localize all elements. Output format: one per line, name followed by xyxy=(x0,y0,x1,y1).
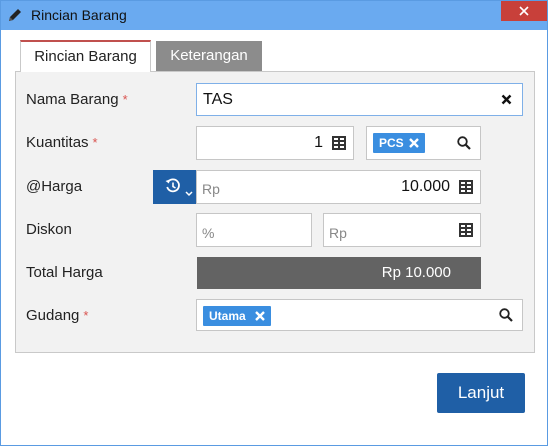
tab-keterangan[interactable]: Keterangan xyxy=(156,41,262,71)
price-history-button[interactable] xyxy=(153,170,196,204)
unit-tag: PCS xyxy=(373,133,425,153)
calculator-icon[interactable] xyxy=(459,223,473,237)
close-button[interactable] xyxy=(501,1,547,21)
required-mark: * xyxy=(92,135,98,150)
total-harga-label: Total Harga xyxy=(26,264,103,281)
kuantitas-input[interactable]: 1 xyxy=(196,126,354,160)
history-icon xyxy=(165,178,180,193)
gudang-tag: Utama xyxy=(203,306,271,326)
close-icon xyxy=(519,6,529,16)
search-icon[interactable] xyxy=(499,308,513,322)
diskon-label: Diskon xyxy=(26,221,72,238)
required-mark: * xyxy=(83,308,89,323)
kuantitas-label-text: Kuantitas xyxy=(26,134,89,151)
nama-barang-label-text: Nama Barang xyxy=(26,91,119,108)
kuantitas-label: Kuantitas * xyxy=(26,134,98,151)
harga-input[interactable]: Rp 10.000 xyxy=(196,170,481,204)
total-harga-value: Rp 10.000 xyxy=(197,257,481,289)
remove-tag-icon[interactable] xyxy=(409,138,419,148)
clear-icon[interactable] xyxy=(501,94,512,105)
currency-prefix: Rp xyxy=(202,181,220,197)
gudang-label-text: Gudang xyxy=(26,307,80,324)
calculator-icon[interactable] xyxy=(459,180,473,194)
diskon-percent-input[interactable]: % xyxy=(196,213,312,247)
unit-select[interactable]: PCS xyxy=(366,126,481,160)
diskon-amount-input[interactable]: Rp xyxy=(323,213,481,247)
unit-tag-label: PCS xyxy=(379,136,404,150)
required-mark: * xyxy=(122,92,128,107)
window-title: Rincian Barang xyxy=(31,7,127,23)
diskon-amount-placeholder: Rp xyxy=(329,225,347,241)
remove-tag-icon[interactable] xyxy=(255,311,265,321)
pencil-icon xyxy=(7,7,23,23)
search-icon[interactable] xyxy=(457,136,471,150)
gudang-tag-label: Utama xyxy=(209,309,246,323)
tab-rincian-barang[interactable]: Rincian Barang xyxy=(20,40,151,72)
chevron-down-icon xyxy=(185,191,193,197)
dialog-window: Rincian Barang Rincian Barang Keterangan… xyxy=(0,0,548,446)
kuantitas-value: 1 xyxy=(314,134,323,151)
diskon-percent-placeholder: % xyxy=(202,225,215,241)
calculator-icon[interactable] xyxy=(332,136,346,150)
title-bar[interactable]: Rincian Barang xyxy=(1,1,547,30)
nama-barang-input[interactable]: TAS xyxy=(196,83,523,116)
gudang-select[interactable]: Utama xyxy=(196,299,523,331)
harga-label: @Harga xyxy=(26,178,83,195)
nama-barang-label: Nama Barang * xyxy=(26,91,128,108)
nama-barang-value: TAS xyxy=(203,91,233,108)
gudang-label: Gudang * xyxy=(26,307,88,324)
lanjut-button[interactable]: Lanjut xyxy=(437,373,525,413)
harga-value: 10.000 xyxy=(401,178,450,195)
